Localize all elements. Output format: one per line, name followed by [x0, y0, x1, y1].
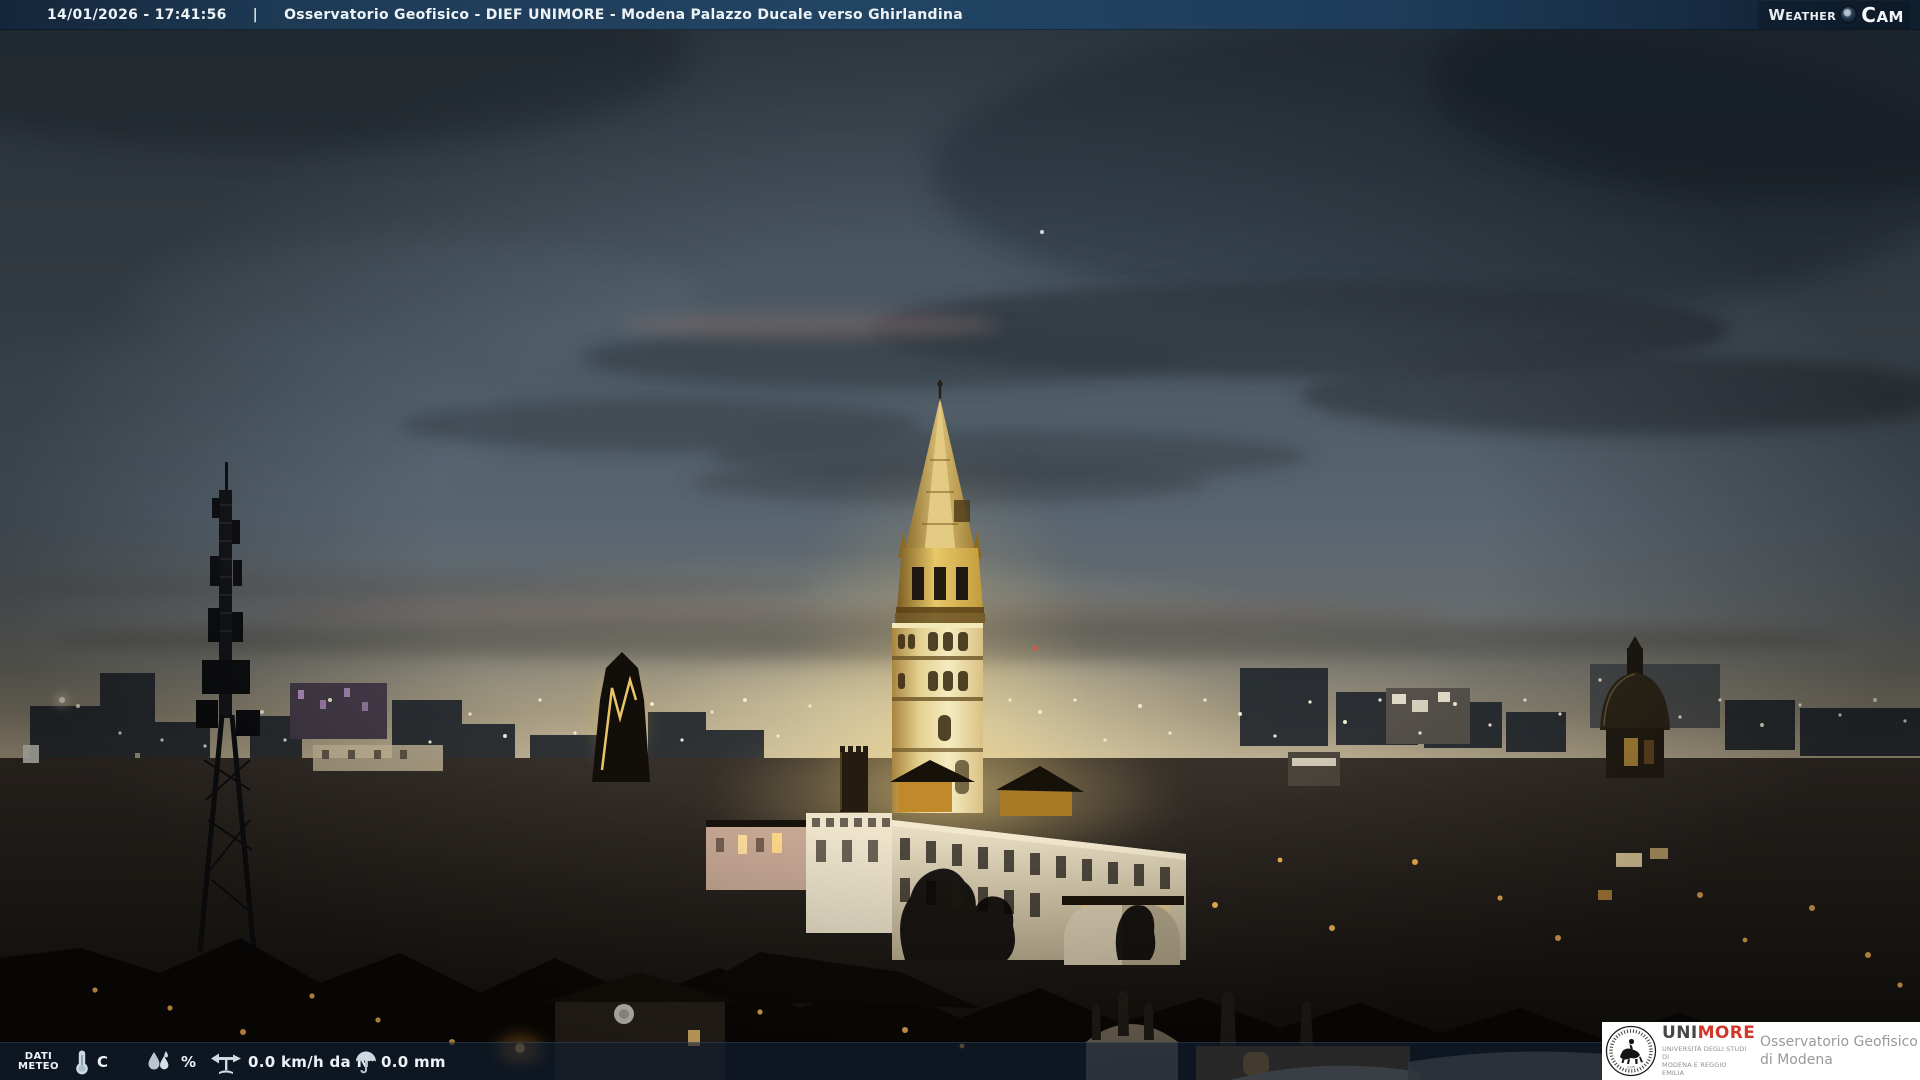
humidity-readout: %	[181, 1043, 196, 1080]
unimore-uni: UNI	[1662, 1022, 1698, 1043]
webcam-photo-modena-skyline	[0, 0, 1920, 1080]
brand-weather-label: WEATHER	[1768, 5, 1837, 24]
wind-readout: 0.0 km/h da N	[248, 1053, 370, 1071]
weather-cam-brand: WEATHER CAM	[1758, 0, 1910, 29]
unimore-wordmark: UNIMORE UNIVERSITÀ DEGLI STUDI DI MODENA…	[1662, 1022, 1755, 1078]
unimore-seal-icon: 1175	[1605, 1025, 1657, 1077]
timestamp: 14/01/2026 - 17:41:56	[47, 6, 227, 23]
observatory-name: Osservatorio Geofisico di Modena	[1760, 1033, 1918, 1068]
university-line1: UNIVERSITÀ DEGLI STUDI DI	[1662, 1044, 1747, 1061]
top-status-bar: 14/01/2026 - 17:41:56 | Osservatorio Geo…	[0, 0, 1920, 30]
dati-meteo-label[interactable]: DATI METEO	[18, 1043, 59, 1080]
thermometer-icon	[74, 1043, 90, 1080]
webcam-viewer: 14/01/2026 - 17:41:56 | Osservatorio Geo…	[0, 0, 1920, 1080]
university-line2: MODENA E REGGIO EMILIA	[1662, 1061, 1727, 1078]
temperature-readout: C	[97, 1043, 108, 1080]
separator: |	[252, 6, 259, 23]
temperature-unit: C	[97, 1053, 109, 1071]
unimore-logo-box[interactable]: 1175 UNIMORE UNIVERSITÀ DEGLI STUDI DI M…	[1602, 1022, 1920, 1080]
camera-lens-icon	[1841, 7, 1857, 22]
unimore-more: MORE	[1697, 1022, 1756, 1043]
svg-text:1175: 1175	[1627, 1066, 1635, 1070]
humidity-unit: %	[181, 1053, 197, 1071]
vignette	[0, 0, 1920, 1080]
drops-icon	[144, 1043, 174, 1080]
page-title: Osservatorio Geofisico - DIEF UNIMORE - …	[284, 6, 963, 23]
wind-vane-icon	[208, 1043, 244, 1080]
umbrella-icon	[354, 1043, 378, 1080]
rain-readout: 0.0 mm	[381, 1053, 446, 1071]
brand-cam-label: CAM	[1861, 2, 1904, 27]
